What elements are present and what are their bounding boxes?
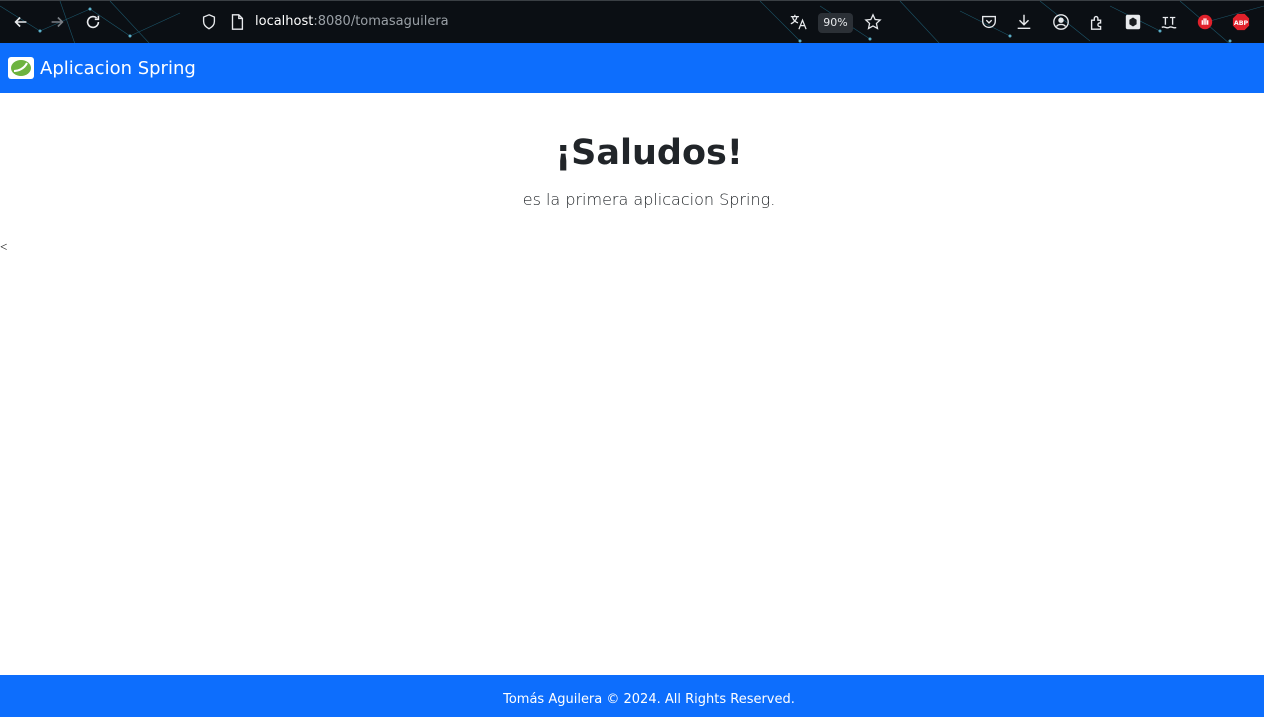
stray-text: < [0,239,8,254]
extensions-icon[interactable] [1086,11,1108,33]
browser-toolbar: localhost:8080/tomasaguilera 90% ABP [0,0,1264,43]
network-background-image [0,1,1264,43]
bookmark-star-icon[interactable] [862,11,884,33]
ublock-icon[interactable] [1194,11,1216,33]
url-path: :8080/tomasaguilera [313,14,449,29]
page-title: ¡Saludos! [555,133,743,173]
zoom-level-badge[interactable]: 90% [818,13,853,33]
url-bar[interactable]: localhost:8080/tomasaguilera [255,14,449,29]
reload-icon[interactable] [82,11,104,33]
forward-icon[interactable] [46,11,68,33]
footer-copyright: Tomás Aguilera © 2024. All Rights Reserv… [503,692,795,707]
back-icon[interactable] [10,11,32,33]
app-footer: Tomás Aguilera © 2024. All Rights Reserv… [0,675,1264,717]
pocket-icon[interactable] [978,11,1000,33]
adblock-plus-icon[interactable]: ABP [1230,11,1252,33]
extension-app-icon[interactable] [1158,11,1180,33]
page-subtitle: es la primera aplicacion Spring. [522,190,776,209]
navbar-brand[interactable]: Aplicacion Spring [40,58,196,79]
translate-icon[interactable] [787,11,809,33]
account-icon[interactable] [1050,11,1072,33]
spring-logo-icon[interactable] [8,57,34,79]
page-icon[interactable] [226,11,248,33]
shield-icon[interactable] [198,11,220,33]
extension-cube-icon[interactable] [1122,11,1144,33]
download-icon[interactable] [1013,11,1035,33]
url-host: localhost [255,14,314,29]
svg-text:ABP: ABP [1234,20,1249,27]
app-navbar: Aplicacion Spring [0,43,1264,93]
